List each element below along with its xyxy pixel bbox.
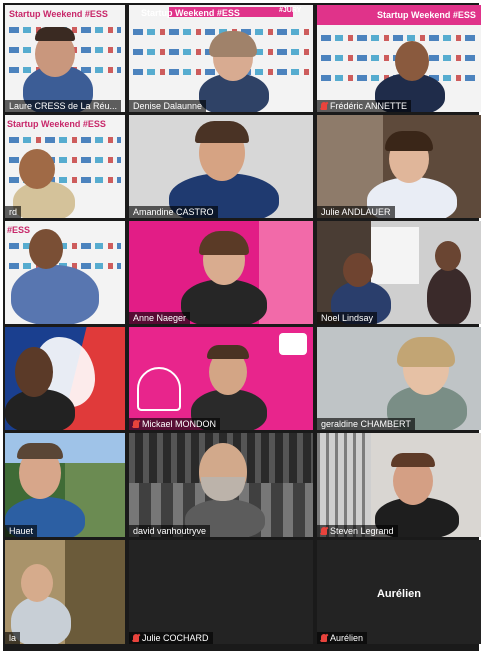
participant-tile[interactable]: Aurélien Aurélien [317, 540, 481, 644]
participant-name: Julie ANDLAUER [317, 206, 395, 218]
participant-tile[interactable]: geraldine CHAMBERT [317, 327, 481, 430]
participant-avatar-name: Aurélien [376, 587, 421, 600]
participant-name: Julie COCHARD [129, 632, 213, 644]
participant-tile[interactable]: Startup Weekend #ESS #JURY Denise Dalaun… [129, 5, 313, 112]
participant-tile[interactable]: Julie ANDLAUER [317, 115, 481, 218]
banner-title: Startup Weekend #ESS [141, 8, 240, 18]
banner-title: #ESS [7, 225, 31, 235]
participant-tile[interactable]: Startup Weekend #ESS Laure CRESS de La R… [5, 5, 125, 112]
participant-name: rd [5, 206, 22, 218]
participant-name: Frédéric ANNETTE [317, 100, 412, 112]
participant-name: Anne Naeger [129, 312, 191, 324]
participant-tile[interactable]: Mickael MONDON [129, 327, 313, 430]
muted-microphone-icon [321, 102, 327, 110]
banner-title: Startup Weekend #ESS [7, 119, 106, 129]
muted-microphone-icon [321, 527, 327, 535]
jury-tag: #JURY [279, 7, 302, 14]
participant-name: geraldine CHAMBERT [317, 418, 415, 430]
participant-tile[interactable]: Startup Weekend #ESS Frédéric ANNETTE [317, 5, 481, 112]
participant-tile[interactable]: Anne Naeger [129, 221, 313, 324]
participant-tile[interactable]: Noel Lindsay [317, 221, 481, 324]
muted-microphone-icon [133, 634, 139, 642]
participant-tile[interactable] [5, 327, 125, 430]
participant-tile[interactable]: Hauet [5, 433, 125, 537]
participant-name: Steven Legrand [317, 525, 398, 537]
participant-tile[interactable]: la [5, 540, 125, 644]
participant-name: Hauet [5, 525, 38, 537]
participant-name: Noel Lindsay [317, 312, 378, 324]
participant-name: Amandine CASTRO [129, 206, 218, 218]
participant-tile[interactable]: Amandine CASTRO [129, 115, 313, 218]
muted-microphone-icon [133, 420, 139, 428]
participant-tile[interactable]: #ESS [5, 221, 125, 324]
participant-tile[interactable]: david vanhoutryve [129, 433, 313, 537]
participant-name: david vanhoutryve [129, 525, 211, 537]
participant-name: Denise Dalaunne [129, 100, 207, 112]
participant-tile[interactable]: Startup Weekend #ESS rd [5, 115, 125, 218]
banner-title: Startup Weekend #ESS [377, 10, 476, 20]
participant-name: Aurélien [317, 632, 368, 644]
participant-tile[interactable]: Julie COCHARD [129, 540, 313, 644]
participant-name: Mickael MONDON [129, 418, 221, 430]
participant-name: la [5, 632, 21, 644]
participant-tile[interactable]: Steven Legrand [317, 433, 481, 537]
banner-title: Startup Weekend #ESS [9, 9, 108, 19]
video-gallery: Startup Weekend #ESS Laure CRESS de La R… [3, 3, 481, 651]
participant-name: Laure CRESS de La Réu... [5, 100, 122, 112]
muted-microphone-icon [321, 634, 327, 642]
